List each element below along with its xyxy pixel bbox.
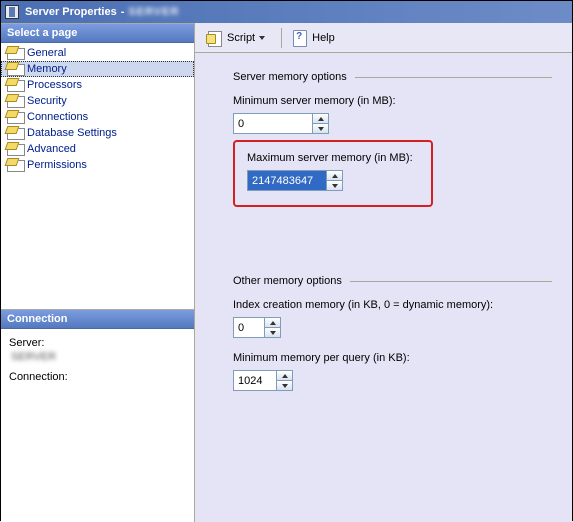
- spinner-down[interactable]: [327, 181, 342, 190]
- title-bar: Server Properties - SERVER: [1, 1, 572, 23]
- sidebar-item-memory[interactable]: Memory: [1, 61, 194, 77]
- arrow-down-icon: [270, 331, 276, 335]
- page-icon: [7, 78, 23, 92]
- page-icon: [7, 94, 23, 108]
- page-list: General Memory Processors Security Conne…: [1, 43, 194, 175]
- max-server-memory-input[interactable]: [248, 171, 326, 190]
- arrow-down-icon: [332, 184, 338, 188]
- arrow-down-icon: [282, 384, 288, 388]
- app-icon: [5, 5, 19, 19]
- toolbar-separator: [281, 28, 282, 48]
- page-icon: [7, 110, 23, 124]
- help-button[interactable]: Help: [286, 28, 341, 48]
- group-divider: [350, 281, 552, 282]
- page-icon: [7, 62, 23, 76]
- max-memory-highlight: Maximum server memory (in MB):: [233, 140, 433, 207]
- server-memory-group-label: Server memory options: [233, 71, 347, 83]
- max-server-memory-spinner[interactable]: [247, 170, 343, 191]
- min-server-memory-input[interactable]: [234, 114, 312, 133]
- connection-header: Connection: [1, 309, 194, 329]
- index-creation-spinner[interactable]: [233, 317, 281, 338]
- dropdown-arrow-icon: [259, 36, 265, 40]
- spinner-down[interactable]: [313, 124, 328, 133]
- sidebar-item-general[interactable]: General: [1, 45, 194, 61]
- min-server-memory-spinner[interactable]: [233, 113, 329, 134]
- title-dash: -: [121, 6, 125, 18]
- sidebar-item-permissions[interactable]: Permissions: [1, 157, 194, 173]
- sidebar-item-label: Permissions: [27, 159, 87, 171]
- page-icon: [7, 46, 23, 60]
- min-query-spinner[interactable]: [233, 370, 293, 391]
- index-creation-label: Index creation memory (in KB, 0 = dynami…: [233, 299, 552, 311]
- group-divider: [355, 77, 552, 78]
- arrow-up-icon: [318, 117, 324, 121]
- toolbar: Script Help: [195, 23, 572, 53]
- window-title-server: SERVER: [128, 6, 179, 18]
- help-icon: [292, 30, 308, 46]
- other-memory-group: Other memory options Index creation memo…: [233, 275, 552, 391]
- page-icon: [7, 158, 23, 172]
- arrow-down-icon: [318, 127, 324, 131]
- min-query-label: Minimum memory per query (in KB):: [233, 352, 552, 364]
- server-memory-group: Server memory options Minimum server mem…: [233, 71, 552, 207]
- sidebar-item-label: Processors: [27, 79, 82, 91]
- page-icon: [7, 126, 23, 140]
- sidebar-item-processors[interactable]: Processors: [1, 77, 194, 93]
- sidebar-item-advanced[interactable]: Advanced: [1, 141, 194, 157]
- script-button-label: Script: [227, 32, 255, 44]
- arrow-up-icon: [332, 174, 338, 178]
- sidebar-item-security[interactable]: Security: [1, 93, 194, 109]
- spinner-up[interactable]: [313, 114, 328, 124]
- spinner-up[interactable]: [277, 371, 292, 381]
- min-query-input[interactable]: [234, 371, 276, 390]
- sidebar-item-label: Security: [27, 95, 67, 107]
- spinner-down[interactable]: [265, 328, 280, 337]
- sidebar-item-database-settings[interactable]: Database Settings: [1, 125, 194, 141]
- sidebar-item-label: Memory: [27, 63, 67, 75]
- sidebar-item-label: Advanced: [27, 143, 76, 155]
- spinner-up[interactable]: [265, 318, 280, 328]
- other-memory-group-label: Other memory options: [233, 275, 342, 287]
- content-area: Server memory options Minimum server mem…: [195, 53, 572, 429]
- select-page-header: Select a page: [1, 23, 194, 43]
- min-server-memory-label: Minimum server memory (in MB):: [233, 95, 552, 107]
- right-pane: Script Help Server memory options Minimu…: [195, 23, 572, 522]
- script-button[interactable]: Script: [201, 28, 277, 48]
- sidebar-item-connections[interactable]: Connections: [1, 109, 194, 125]
- arrow-up-icon: [282, 374, 288, 378]
- server-label: Server:: [9, 337, 186, 349]
- sidebar-item-label: Connections: [27, 111, 88, 123]
- sidebar-item-label: General: [27, 47, 66, 59]
- spinner-up[interactable]: [327, 171, 342, 181]
- arrow-up-icon: [270, 321, 276, 325]
- max-server-memory-label: Maximum server memory (in MB):: [247, 152, 413, 164]
- script-icon: [207, 30, 223, 46]
- help-button-label: Help: [312, 32, 335, 44]
- page-icon: [7, 142, 23, 156]
- index-creation-input[interactable]: [234, 318, 264, 337]
- sidebar-item-label: Database Settings: [27, 127, 117, 139]
- connection-label: Connection:: [9, 371, 186, 383]
- server-value: SERVER: [11, 351, 186, 363]
- spinner-down[interactable]: [277, 381, 292, 390]
- window-title-prefix: Server Properties: [25, 6, 117, 18]
- connection-body: Server: SERVER Connection:: [1, 329, 194, 522]
- left-pane: Select a page General Memory Processors …: [1, 23, 195, 522]
